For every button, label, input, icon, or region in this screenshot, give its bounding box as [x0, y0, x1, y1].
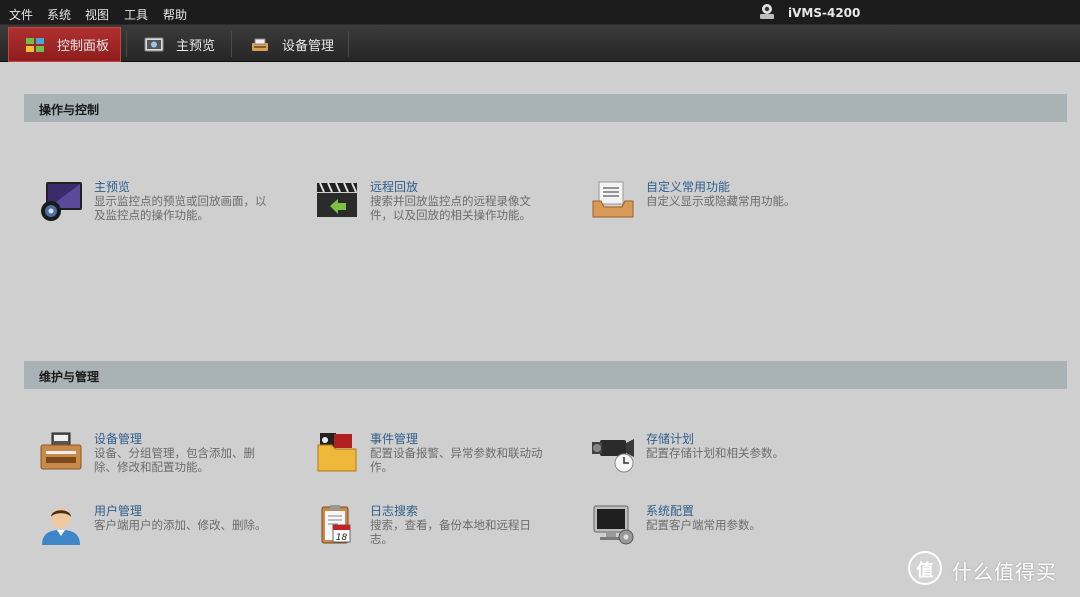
tab-divider	[231, 31, 232, 57]
tab-divider	[348, 31, 349, 57]
app-logo-icon	[760, 4, 774, 19]
tab-main-preview[interactable]: 主预览	[140, 27, 226, 62]
tab-label: 控制面板	[57, 39, 110, 54]
card-description: 搜索并回放监控点的远程录像文件，以及回放的相关操作功能。	[370, 194, 531, 222]
card-title: 用户管理	[94, 504, 143, 518]
grid-icon	[26, 37, 44, 52]
card-description: 搜索，查看，备份本地和远程日志。	[370, 518, 531, 546]
camera-preview-icon	[144, 37, 164, 51]
video-camera-clock-icon	[592, 439, 634, 473]
card-system-config[interactable]: 系统配置 配置客户端常用参数。	[590, 503, 850, 559]
section-header-maintenance: 维护与管理	[24, 361, 1067, 389]
device-icon	[252, 38, 268, 51]
card-title: 主预览	[94, 180, 131, 194]
watermark-text: 什么值得买	[952, 560, 1057, 584]
card-description: 自定义显示或隐藏常用功能。	[646, 194, 796, 208]
card-event-management[interactable]: 事件管理 配置设备报警、异常参数和联动动作。	[314, 431, 574, 487]
menu-bar: 文件 系统 视图 工具 帮助 iVMS-4200	[0, 0, 1080, 25]
menu-view[interactable]: 视图	[85, 6, 109, 23]
tab-device-management[interactable]: 设备管理	[246, 27, 346, 62]
card-title: 系统配置	[646, 504, 695, 518]
card-user-management[interactable]: 用户管理 客户端用户的添加、修改、删除。	[38, 503, 298, 559]
card-description: 设备、分组管理，包含添加、删除、修改和配置功能。	[94, 446, 255, 474]
tab-control-panel[interactable]: 控制面板	[8, 27, 121, 62]
monitor-camera-icon	[41, 182, 82, 221]
card-title: 远程回放	[370, 180, 419, 194]
watermark-logo: 值	[908, 551, 942, 585]
card-title: 存储计划	[646, 432, 695, 446]
card-log-search[interactable]: 18 日志搜索 搜索，查看，备份本地和远程日志。	[314, 503, 574, 559]
menu-file[interactable]: 文件	[9, 6, 33, 23]
inbox-tray-icon	[592, 181, 634, 218]
menu-help[interactable]: 帮助	[163, 6, 187, 23]
card-description: 显示监控点的预览或回放画面，以及监控点的操作功能。	[94, 194, 267, 222]
tab-bar: 控制面板 主预览 设备管理	[0, 25, 1080, 62]
user-icon	[42, 508, 80, 545]
calendar-log-icon: 18	[321, 505, 351, 544]
menu-system[interactable]: 系统	[47, 6, 71, 23]
event-folder-icon	[317, 433, 357, 472]
section-header-operation: 操作与控制	[24, 94, 1067, 122]
clapper-playback-icon	[317, 182, 357, 217]
tab-label: 设备管理	[282, 39, 335, 54]
card-custom-functions[interactable]: 自定义常用功能 自定义显示或隐藏常用功能。	[590, 179, 850, 235]
card-remote-playback[interactable]: 远程回放 搜索并回放监控点的远程录像文件，以及回放的相关操作功能。	[314, 179, 574, 235]
card-title: 事件管理	[370, 432, 419, 446]
card-storage-schedule[interactable]: 存储计划 配置存储计划和相关参数。	[590, 431, 850, 487]
card-description: 配置客户端常用参数。	[646, 518, 761, 532]
device-box-icon	[40, 432, 82, 470]
card-title: 设备管理	[94, 432, 143, 446]
card-title: 日志搜索	[370, 504, 419, 518]
card-description: 配置设备报警、异常参数和联动动作。	[370, 446, 543, 474]
tab-label: 主预览	[176, 39, 216, 54]
svg-text:18: 18	[336, 533, 348, 543]
card-title: 自定义常用功能	[646, 180, 731, 194]
card-device-management[interactable]: 设备管理 设备、分组管理，包含添加、删除、修改和配置功能。	[38, 431, 298, 487]
control-panel-content: 操作与控制 主预览 显示监控点的预览或回放画面，以及监控点的操作功能。 远程回放…	[2, 63, 1078, 597]
watermark: 值 什么值得买	[908, 551, 1068, 587]
card-description: 配置存储计划和相关参数。	[646, 446, 784, 460]
card-description: 客户端用户的添加、修改、删除。	[94, 518, 267, 532]
monitor-gear-icon	[593, 505, 634, 545]
app-title: iVMS-4200	[788, 6, 861, 20]
tab-divider	[126, 31, 127, 57]
card-main-preview[interactable]: 主预览 显示监控点的预览或回放画面，以及监控点的操作功能。	[38, 179, 298, 235]
menu-tools[interactable]: 工具	[124, 6, 148, 23]
